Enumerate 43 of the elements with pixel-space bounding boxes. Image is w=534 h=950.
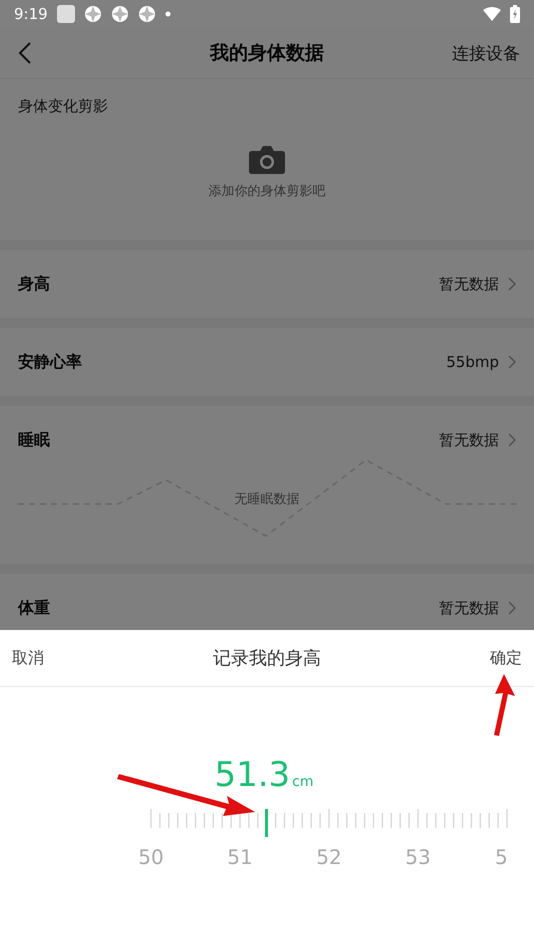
data-row[interactable]: 睡眠 暂无数据 无睡眠数据: [0, 406, 534, 564]
section-title: 身体变化剪影: [18, 97, 108, 116]
row-label: 身高: [18, 274, 50, 294]
chevron-right-icon: [508, 277, 516, 291]
photo-hint: 添加你的身体剪影吧: [208, 183, 326, 200]
annotation-arrow: [491, 674, 515, 736]
wifi-icon: [483, 7, 501, 21]
chevron-right-icon: [508, 433, 516, 447]
confirm-button[interactable]: 确定: [490, 648, 522, 668]
data-row[interactable]: 体重 暂无数据: [0, 574, 534, 642]
app-icon: [56, 5, 75, 23]
row-value: 暂无数据: [439, 430, 499, 450]
camera-icon[interactable]: [249, 146, 285, 174]
height-value: 51.3: [214, 755, 290, 795]
notification-icon: [138, 5, 156, 23]
row-value: 暂无数据: [439, 274, 499, 294]
unit-label: cm: [292, 774, 314, 790]
cancel-button[interactable]: 取消: [12, 648, 44, 668]
data-row[interactable]: 安静心率 55bmp: [0, 328, 534, 396]
connect-device-button[interactable]: 连接设备: [452, 42, 520, 64]
page-title: 我的身体数据: [210, 41, 324, 66]
data-row[interactable]: 身高 暂无数据: [0, 250, 534, 318]
ruler-label: 51: [227, 845, 253, 869]
chevron-right-icon: [508, 601, 516, 615]
notification-icon: [110, 5, 129, 23]
ruler-label: 52: [316, 845, 342, 869]
dot-icon: [164, 11, 171, 17]
row-value: 55bmp: [446, 353, 499, 371]
status-time: 9:19: [14, 5, 48, 23]
back-icon[interactable]: [18, 42, 32, 64]
battery-icon: [510, 5, 520, 23]
empty-chart-text: 无睡眠数据: [234, 491, 300, 508]
sheet-title: 记录我的身高: [213, 647, 321, 670]
ruler-indicator: [265, 809, 268, 837]
ruler-label: 53: [405, 845, 431, 869]
notification-icon: [84, 5, 102, 23]
row-label: 睡眠: [18, 430, 50, 450]
row-label: 体重: [18, 598, 50, 618]
ruler-label: 50: [138, 845, 164, 869]
ruler-label: 5: [495, 845, 508, 869]
chevron-right-icon: [508, 355, 516, 369]
row-value: 暂无数据: [439, 598, 499, 618]
row-label: 安静心率: [18, 352, 82, 372]
